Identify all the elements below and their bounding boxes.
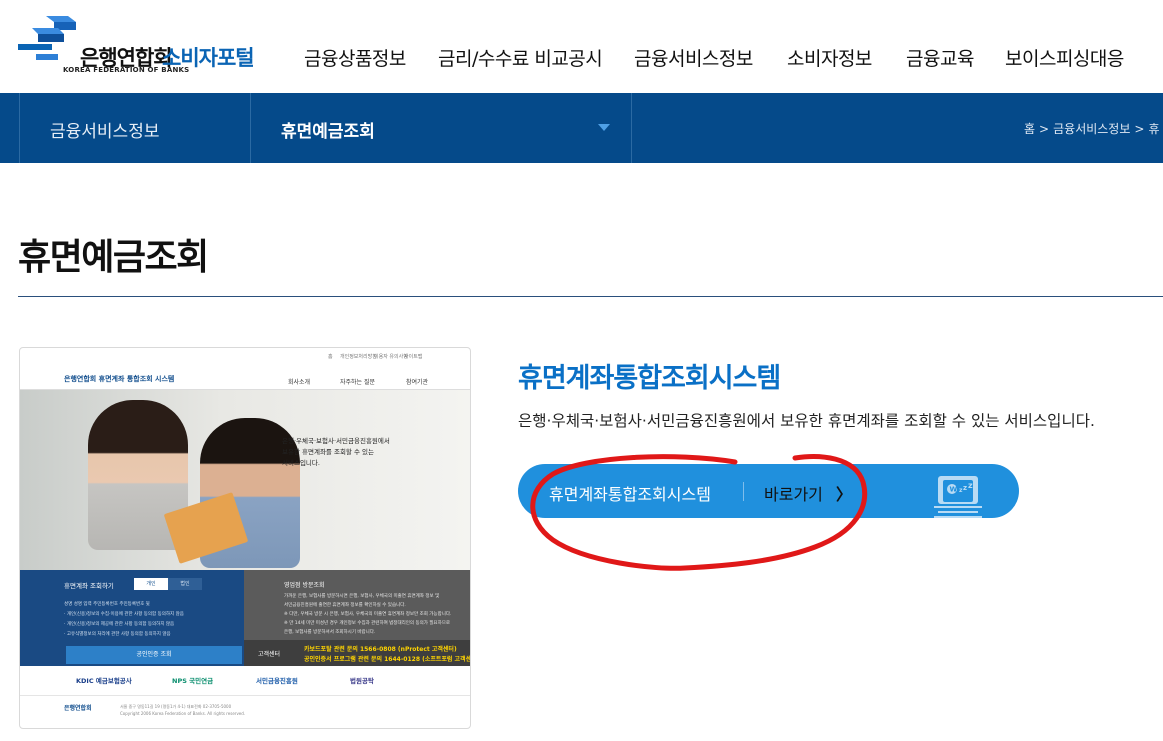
nav-item-consumer-info[interactable]: 소비자정보	[787, 44, 872, 71]
thumb-form-lines: 성명 성명 입력 주민등록번호 주민등록번호 뒷 · 개인(신용)정보의 수집·…	[64, 600, 184, 640]
nav-item-financial-education[interactable]: 금융교육	[906, 44, 974, 71]
go-button-divider	[743, 482, 744, 501]
breadcrumb-separator: >	[1039, 122, 1050, 136]
system-description: 은행·우체국·보험사·서민금융진흥원에서 보유한 휴면계좌를 조회할 수 있는 …	[518, 412, 1095, 430]
thumb-form-line: · 개인(신용)정보의 수집·이용에 관한 사항 동의함 동의하지 않음	[64, 612, 184, 617]
thumb-form-line: 성명 성명 입력 주민등록번호 주민등록번호 뒷	[64, 602, 150, 607]
thumb-top-link: 사이트맵	[404, 354, 423, 360]
thumb-auth-button: 공인인증 조회	[66, 646, 242, 664]
portal-name: 소비자포털	[162, 46, 255, 70]
thumb-partner-logos: KDIC 예금보험공사 NPS 국민연금 서민금융진흥원 법원공탁	[20, 666, 470, 696]
thumb-logo: 은행연합회 휴면계좌 통합조회 시스템	[64, 375, 175, 383]
thumb-top-link: 이용자 유의사항	[374, 354, 408, 360]
subnav-depth2[interactable]: 휴면예금조회	[281, 117, 375, 142]
thumb-header: 은행연합회 휴면계좌 통합조회 시스템 회사소개 자주하는 질문 참여기관	[20, 366, 470, 390]
thumb-visit-line: ※ 만 14세 미만 미성년 경우 개인정보 수집과 관련하여 법정대리인의 동…	[284, 621, 450, 626]
nav-item-financial-products[interactable]: 금융상품정보	[304, 44, 406, 71]
thumb-footer-logo: 은행연합회	[64, 705, 92, 712]
svg-text:W: W	[950, 486, 958, 494]
thumb-partner-kinfa: 서민금융진흥원	[256, 677, 298, 685]
system-title: 휴면계좌통합조회시스템	[518, 363, 781, 394]
thumb-menu-item: 자주하는 질문	[340, 379, 376, 386]
nav-item-financial-services[interactable]: 금융서비스정보	[634, 44, 753, 71]
thumb-partner-kdic: KDIC 예금보험공사	[76, 677, 132, 685]
thumb-visit-line: 은행, 보험사를 방문하셔서 조회하시기 바랍니다.	[284, 630, 376, 635]
breadcrumb: 홈 > 금융서비스정보 > 휴	[1024, 120, 1163, 137]
thumb-footer-text: 서울 중구 명동11길 19 (명동1가 4-1) 대표전화 02-3705-5…	[120, 703, 245, 717]
thumb-hero-photo: 은행·우체국·보험사·서민금융진흥원에서 보유한 휴면계좌를 조회할 수 있는 …	[20, 390, 470, 570]
subnav-divider	[19, 93, 20, 163]
breadcrumb-item[interactable]: 휴	[1148, 122, 1159, 136]
breadcrumb-separator: >	[1134, 122, 1145, 136]
sleeping-bankbook-icon: W z z z	[934, 476, 982, 518]
thumb-search-panel: 휴면계좌 조회하기 개인 법인 성명 성명 입력 주민등록번호 주민등록번호 뒷…	[20, 570, 244, 666]
thumb-visit-line: 서민금융진흥원에 출연한 휴면계좌 정보를 확인하실 수 있습니다.	[284, 603, 406, 608]
nav-item-rate-fee-comparison[interactable]: 금리/수수료 비교공시	[438, 44, 603, 71]
thumb-partner-nps: NPS 국민연금	[172, 677, 214, 685]
subnav-depth1[interactable]: 금융서비스정보	[50, 117, 159, 142]
thumb-hero-line: 은행·우체국·보험사·서민금융진흥원에서	[282, 437, 390, 445]
sub-nav-bar: 금융서비스정보 휴면예금조회 홈 > 금융서비스정보 > 휴	[0, 93, 1163, 163]
breadcrumb-item[interactable]: 금융서비스정보	[1053, 122, 1130, 136]
go-to-system-button[interactable]: 휴면계좌통합조회시스템 바로가기 〉 W z z z	[518, 464, 1019, 518]
title-divider	[18, 296, 1163, 297]
thumb-form-line: · 고유식별정보의 처리에 관한 사항 동의함 동의하지 않음	[64, 632, 171, 637]
thumb-hero-line: 서비스입니다.	[282, 459, 320, 467]
site-header: 은행연합회 KOREA FEDERATION OF BANKS 소비자포털 금융…	[0, 0, 1163, 93]
thumb-footer-line: Copyright 2006 Korea Federation of Banks…	[120, 711, 246, 716]
go-button-system-label: 휴면계좌통합조회시스템	[549, 485, 711, 504]
logo[interactable]: 은행연합회 KOREA FEDERATION OF BANKS 소비자포털	[18, 16, 268, 78]
system-screenshot-thumbnail: 홈 개인정보처리방침 이용자 유의사항 사이트맵 은행연합회 휴면계좌 통합조회…	[19, 347, 471, 729]
subnav-divider	[631, 93, 632, 163]
thumb-cs-number: 카보드포탈 관련 문의 1566-0808 (nProtect 고객센터)	[304, 646, 457, 653]
thumb-form-line: · 개인(신용)정보의 제공에 관한 사항 동의함 동의하지 않음	[64, 622, 175, 627]
nav-item-voice-phishing[interactable]: 보이스피싱대응	[1005, 44, 1124, 71]
thumb-visit-line: ※ 다만, 우체국 방문 시 은행, 보험사, 우체국의 미출연 휴면계좌 정보…	[284, 612, 452, 617]
thumb-cs-number: 공인인증서 프로그램 관련 문의 1644-0128 (소프트포럼 고객센터)	[304, 656, 471, 663]
thumb-hero-text: 은행·우체국·보험사·서민금융진흥원에서 보유한 휴면계좌를 조회할 수 있는 …	[282, 436, 390, 469]
subnav-divider	[250, 93, 251, 163]
thumb-visit-line: 가까운 은행, 보험사를 방문하시면 은행, 보험사, 우체국의 미출연 휴면계…	[284, 594, 440, 599]
thumb-top-link: 개인정보처리방침	[340, 354, 377, 360]
go-button-label: 바로가기	[764, 485, 823, 504]
thumb-top-link: 홈	[328, 354, 333, 360]
thumb-cs-label: 고객센터	[258, 651, 281, 658]
thumb-visit-title: 영업점 방문조회	[284, 582, 325, 589]
dropdown-caret-icon[interactable]	[598, 124, 610, 131]
thumb-visit-lines: 가까운 은행, 보험사를 방문하시면 은행, 보험사, 우체국의 미출연 휴면계…	[284, 592, 451, 637]
svg-text:z: z	[963, 484, 967, 492]
thumb-visit-panel: 영업점 방문조회 가까운 은행, 보험사를 방문하시면 은행, 보험사, 우체국…	[244, 570, 470, 666]
thumb-customer-center: 고객센터 카보드포탈 관련 문의 1566-0808 (nProtect 고객센…	[244, 640, 470, 666]
page-title: 휴면예금조회	[18, 237, 209, 278]
thumb-menu-item: 회사소개	[288, 379, 311, 386]
thumb-menu-item: 참여기관	[406, 379, 429, 386]
thumb-footer-line: 서울 중구 명동11길 19 (명동1가 4-1) 대표전화 02-3705-5…	[120, 704, 232, 709]
breadcrumb-home[interactable]: 홈	[1024, 122, 1035, 136]
thumb-search-title: 휴면계좌 조회하기	[64, 582, 114, 590]
thumb-tab-corporate: 법인	[168, 578, 202, 590]
thumb-partner-court: 법원공탁	[350, 677, 374, 685]
chevron-right-icon: 〉	[836, 485, 853, 504]
thumb-top-links: 홈 개인정보처리방침 이용자 유의사항 사이트맵	[20, 348, 470, 366]
svg-text:z: z	[968, 481, 973, 490]
thumb-hero-line: 보유한 휴면계좌를 조회할 수 있는	[282, 448, 374, 456]
thumb-tab-personal: 개인	[134, 578, 168, 590]
